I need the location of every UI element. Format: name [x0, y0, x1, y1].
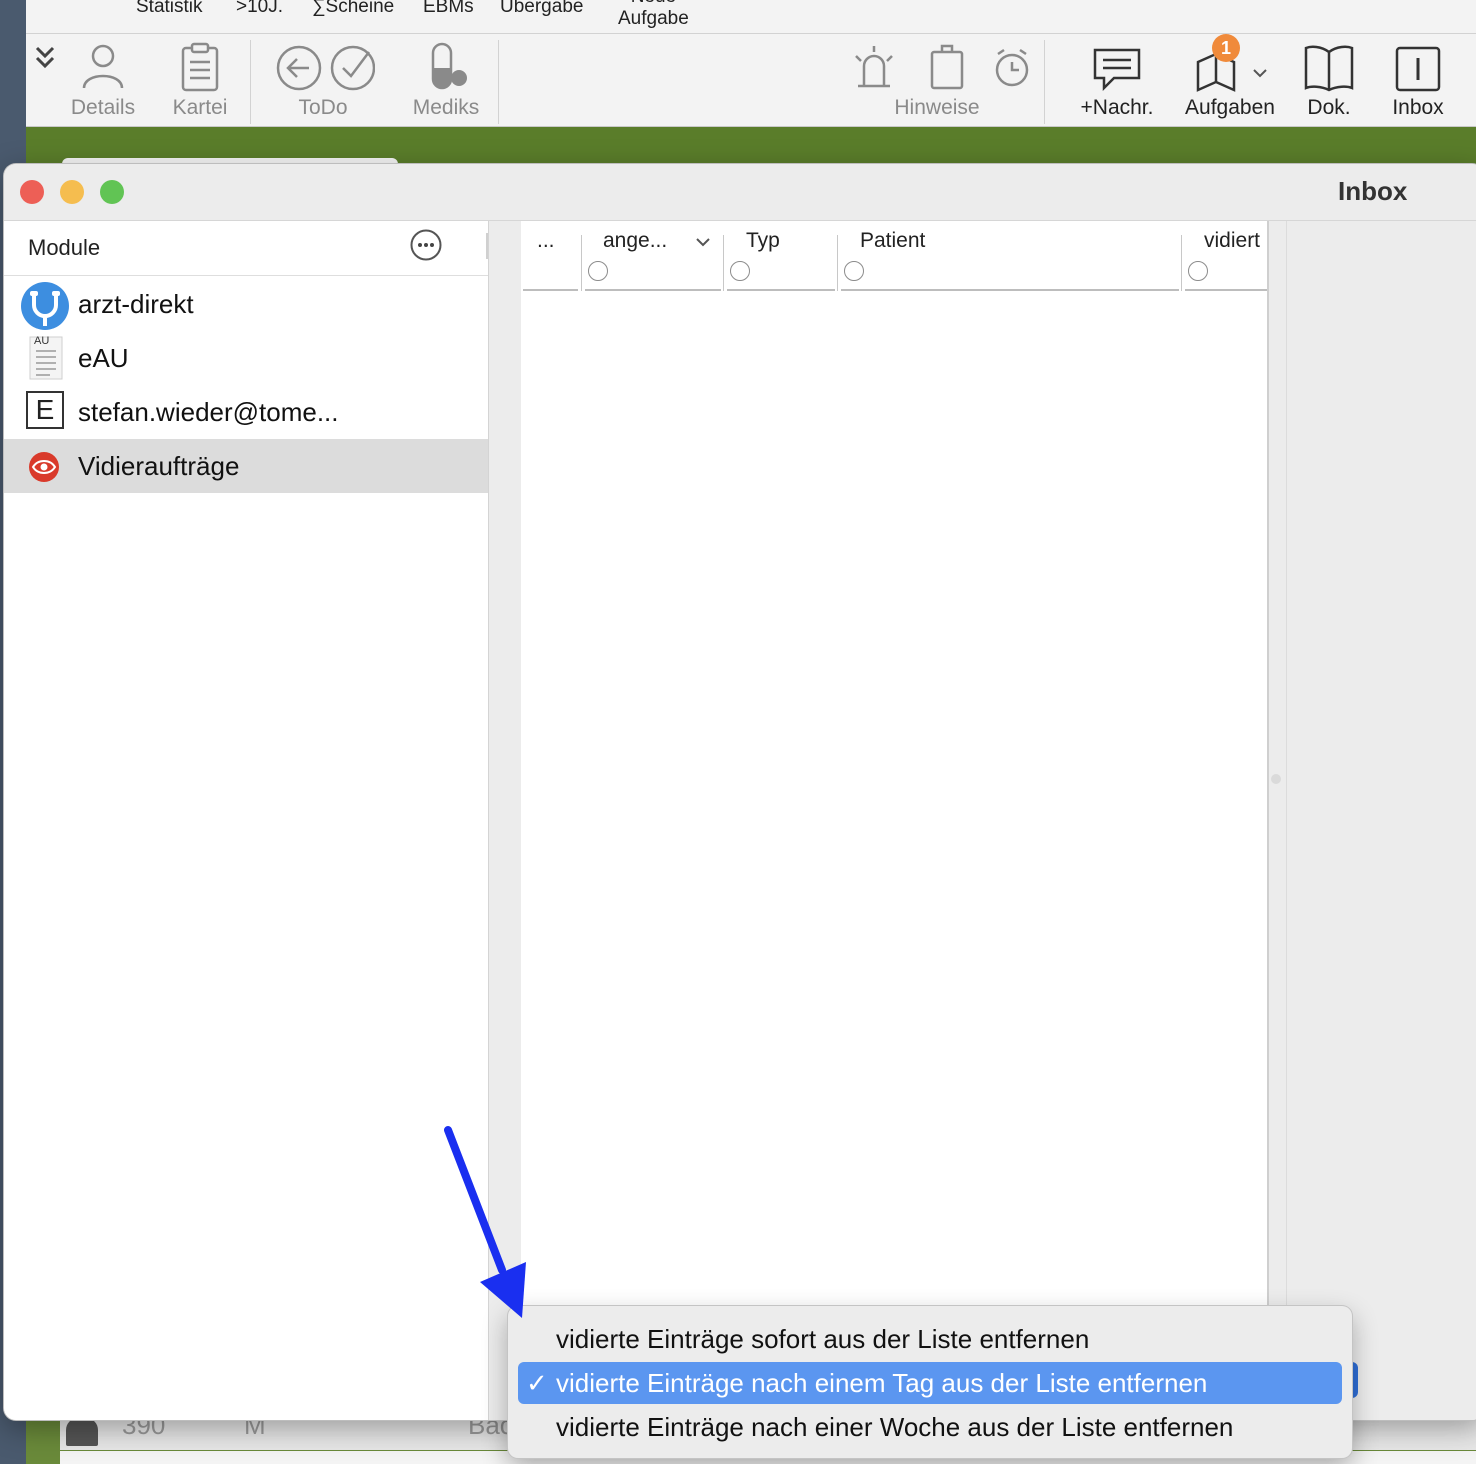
module-sidebar: Module arzt-direkt AU eAU E stefan.wiede… [4, 221, 489, 1420]
inbox-label: Inbox [1392, 96, 1444, 119]
sidebar-item-eau[interactable]: AU eAU [4, 331, 488, 385]
message-icon [1093, 48, 1141, 92]
inbox-button[interactable]: Inbox [1378, 34, 1458, 126]
eye-icon [28, 451, 60, 483]
sidebar-item-email[interactable]: E stefan.wieder@tome... [4, 385, 488, 439]
column-separator[interactable] [1181, 235, 1182, 291]
menu-item-remove-after-day[interactable]: ✓ vidierte Einträge nach einem Tag aus d… [518, 1362, 1342, 1404]
annotation-arrow-icon [440, 1120, 540, 1320]
toolbar-separator [250, 40, 251, 124]
clipboard-icon [181, 42, 219, 92]
menu-item-remove-after-week[interactable]: vidierte Einträge nach einer Woche aus d… [518, 1406, 1342, 1448]
hinweise-button[interactable]: Hinweise [834, 34, 1040, 126]
sidebar-item-label: arzt-direkt [78, 289, 194, 319]
column-header-vidiert[interactable]: vidiert [1204, 229, 1266, 253]
todo-icons [276, 45, 375, 91]
column-separator[interactable] [837, 235, 838, 291]
person-icon [82, 44, 124, 89]
split-view-handle[interactable] [1271, 774, 1281, 784]
column-header-typ[interactable]: Typ [746, 229, 826, 253]
aufgaben-label: Aufgaben [1185, 96, 1275, 119]
main-pane: ... ange... Typ Patient vidiert [489, 221, 1476, 1420]
kartei-label: Kartei [172, 96, 228, 119]
menu-item-label: vidierte Einträge sofort aus der Liste e… [556, 1324, 1090, 1354]
removal-option-menu: vidierte Einträge sofort aus der Liste e… [508, 1306, 1352, 1458]
menu-item-label: vidierte Einträge nach einem Tag aus der… [556, 1368, 1208, 1398]
toolbar-separator [498, 40, 499, 124]
vidierauftraege-table[interactable]: ... ange... Typ Patient vidiert [521, 221, 1269, 1311]
filter-radio-typ[interactable] [730, 261, 750, 281]
filter-radio-vidiert[interactable] [1188, 261, 1208, 281]
window-titlebar[interactable]: Inbox [4, 164, 1476, 221]
hinweise-icons [855, 44, 1029, 90]
new-message-label: +Nachr. [1080, 96, 1154, 119]
stethoscope-icon [20, 281, 69, 330]
column-header-patient[interactable]: Patient [860, 229, 1160, 253]
filter-field[interactable] [727, 289, 835, 291]
todo-label: ToDo [298, 96, 348, 119]
filter-field[interactable] [585, 289, 721, 291]
minimize-button[interactable] [60, 180, 84, 204]
inbox-icon [1395, 46, 1441, 92]
column-header-more[interactable]: ... [537, 229, 577, 253]
dok-label: Dok. [1307, 96, 1351, 119]
filter-radio-patient[interactable] [844, 261, 864, 281]
sidebar-item-label: Vidieraufträge [78, 451, 240, 481]
aufgaben-badge: 1 [1212, 34, 1240, 62]
hinweise-label: Hinweise [894, 96, 980, 119]
main-toolbar: Details Kartei ToDo Mediks Hinweise +Nac… [26, 34, 1476, 127]
au-document-icon: AU [20, 335, 66, 381]
more-options-icon[interactable] [410, 229, 442, 261]
sidebar-header-divider [486, 233, 488, 259]
letter-e-icon: E [26, 391, 64, 429]
sidebar-item-label: eAU [78, 343, 129, 373]
checkmark-icon: ✓ [526, 1368, 548, 1398]
filter-field[interactable] [1185, 289, 1267, 291]
column-header-angelegt[interactable]: ange... [603, 229, 695, 253]
dok-button[interactable]: Dok. [1292, 34, 1366, 126]
sidebar-item-label: stefan.wieder@tome... [78, 397, 339, 427]
column-separator[interactable] [723, 235, 724, 291]
inbox-window: Inbox Module arzt-direkt AU eAU E stefan… [4, 164, 1476, 1420]
filter-field[interactable] [841, 289, 1179, 291]
filter-field[interactable] [523, 289, 578, 291]
sidebar-item-vidierauftraege[interactable]: Vidieraufträge [4, 439, 488, 493]
menu-statistik[interactable]: Statistik [136, 0, 203, 18]
pill-icon [431, 42, 467, 90]
sidebar-header: Module [4, 221, 488, 276]
todo-button[interactable]: ToDo [262, 34, 384, 126]
sidebar-title: Module [28, 235, 101, 260]
column-separator[interactable] [581, 235, 582, 291]
aufgaben-button[interactable]: 1 Aufgaben [1176, 34, 1284, 126]
new-message-button[interactable]: +Nachr. [1072, 34, 1162, 126]
zoom-button[interactable] [100, 180, 124, 204]
main-menu-strip: Statistik >10J. ∑Scheine EBMs Übergabe N… [26, 0, 1476, 34]
detail-pane [1286, 221, 1476, 1420]
menu-10j[interactable]: >10J. [236, 0, 283, 18]
toolbar-separator [1044, 40, 1045, 124]
details-button[interactable]: Details [58, 34, 148, 126]
menu-neue-aufgabe[interactable]: Neue Aufgabe [618, 0, 689, 30]
menu-item-label: vidierte Einträge nach einer Woche aus d… [556, 1412, 1234, 1442]
details-label: Details [70, 96, 136, 119]
kartei-button[interactable]: Kartei [160, 34, 240, 126]
menu-uebergabe[interactable]: Übergabe [500, 0, 583, 18]
menu-item-remove-immediately[interactable]: vidierte Einträge sofort aus der Liste e… [518, 1318, 1342, 1360]
menu-scheine[interactable]: ∑Scheine [312, 0, 394, 18]
filter-radio-angelegt[interactable] [588, 261, 608, 281]
window-title: Inbox [1338, 176, 1408, 206]
book-icon [1304, 45, 1354, 92]
mediks-button[interactable]: Mediks [396, 34, 496, 126]
sidebar-item-arzt-direkt[interactable]: arzt-direkt [4, 277, 488, 331]
menu-ebms[interactable]: EBMs [423, 0, 474, 18]
patient-avatar [66, 1418, 98, 1446]
sort-descending-icon[interactable] [695, 235, 711, 247]
mediks-label: Mediks [412, 96, 480, 119]
au-icon-text: AU [34, 335, 50, 347]
chevron-double-down-icon[interactable] [34, 44, 56, 74]
close-button[interactable] [20, 180, 44, 204]
